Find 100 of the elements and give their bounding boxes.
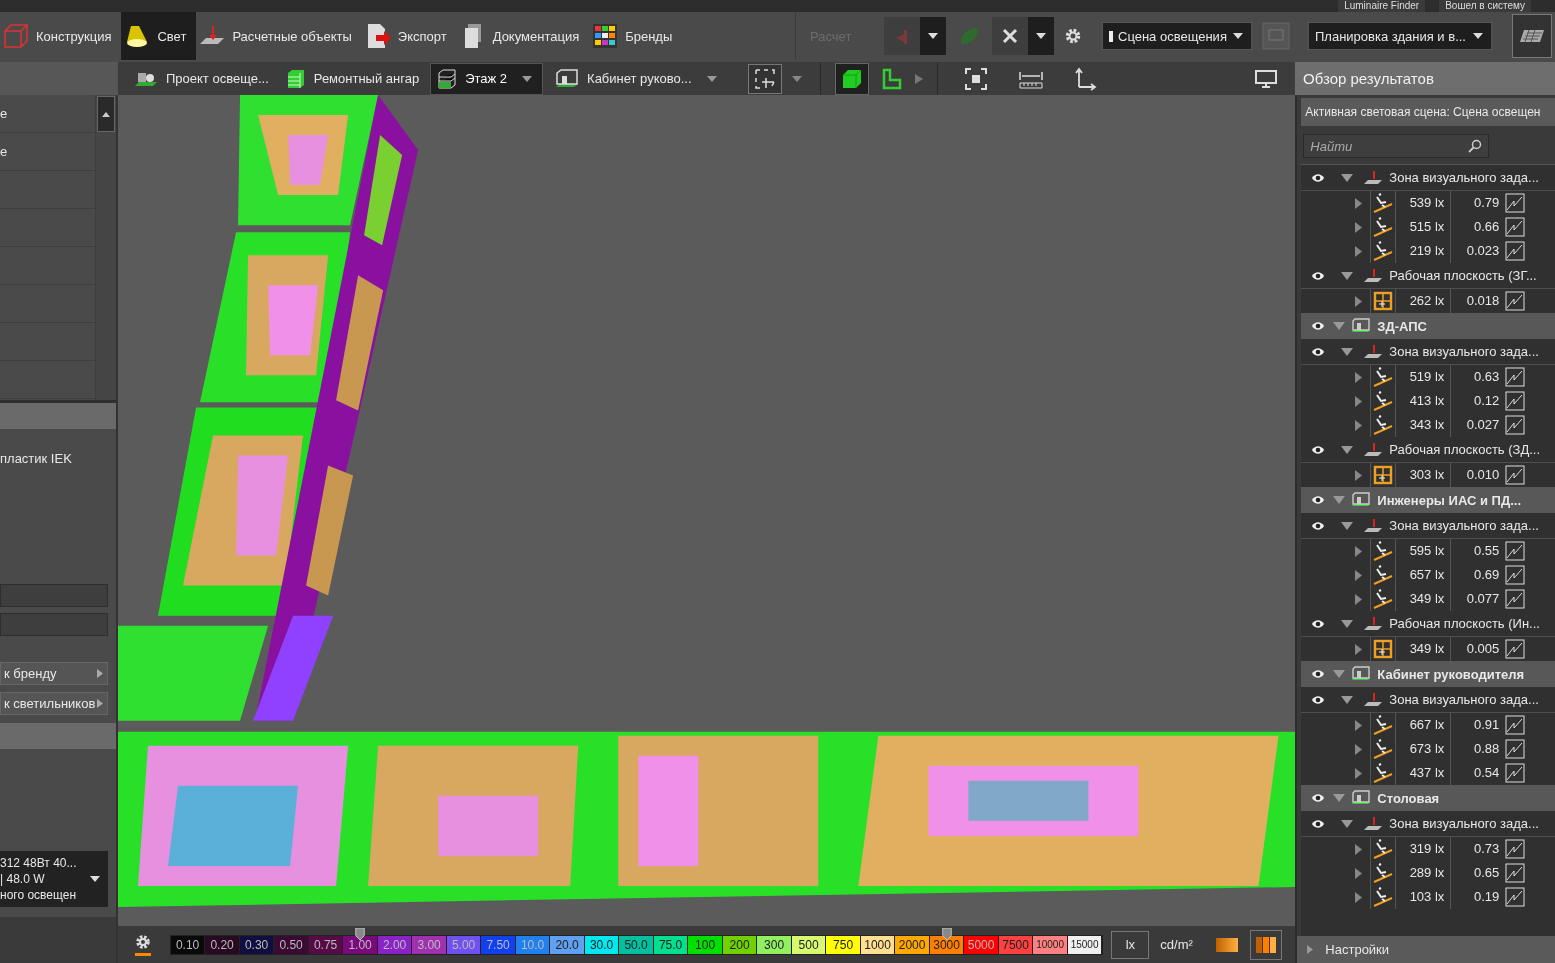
- expand-arrow-icon[interactable]: [1355, 867, 1363, 879]
- tree-item[interactable]: Столовая: [1377, 790, 1440, 806]
- curve-chart-icon[interactable]: [1505, 465, 1526, 485]
- tree-item[interactable]: Зона визуального зада...: [1389, 518, 1539, 533]
- expand-arrow-icon[interactable]: [1355, 843, 1363, 855]
- menu-tab[interactable]: Документация: [456, 12, 590, 60]
- fit-view-icon[interactable]: [963, 66, 988, 91]
- expand-arrow-icon[interactable]: [1355, 743, 1363, 755]
- expand-arrow-icon[interactable]: [1355, 395, 1363, 407]
- list-item[interactable]: е: [0, 95, 95, 133]
- eye-icon[interactable]: [1311, 520, 1326, 531]
- tree-item[interactable]: Зона визуального зада...: [1389, 344, 1539, 359]
- tree-item[interactable]: Зона визуального зада...: [1389, 692, 1539, 707]
- floor-plan-button[interactable]: [1512, 14, 1552, 58]
- eye-icon[interactable]: [1311, 270, 1326, 281]
- expand-arrow-icon[interactable]: [1333, 322, 1346, 330]
- link-button[interactable]: к бренду: [0, 662, 108, 685]
- tree-item[interactable]: Зона визуального зада...: [1389, 816, 1539, 831]
- expand-arrow-icon[interactable]: [1355, 719, 1363, 731]
- tree-item[interactable]: ЗД-АПС: [1377, 318, 1427, 334]
- expand-arrow-icon[interactable]: [1333, 496, 1346, 504]
- curve-chart-icon[interactable]: [1505, 291, 1526, 311]
- monitor-icon[interactable]: [1255, 69, 1277, 88]
- dropdown-button[interactable]: [1028, 17, 1054, 55]
- expand-arrow-icon[interactable]: [1355, 419, 1363, 431]
- curve-chart-icon[interactable]: [1505, 715, 1526, 735]
- expand-arrow-icon[interactable]: [1355, 245, 1363, 257]
- curve-chart-icon[interactable]: [1505, 241, 1526, 261]
- expand-arrow-icon[interactable]: [1341, 445, 1354, 454]
- tree-item[interactable]: Рабочая плоскость (ЗГ...: [1389, 268, 1537, 283]
- view-button[interactable]: [834, 62, 869, 95]
- expand-arrow-icon[interactable]: [1341, 173, 1354, 182]
- expand-arrow-icon[interactable]: [1333, 794, 1346, 802]
- curve-chart-icon[interactable]: [1505, 639, 1526, 659]
- expand-arrow-icon[interactable]: [1341, 521, 1354, 530]
- breadcrumb-item[interactable]: Кабинет руково...: [549, 63, 722, 94]
- tree-item[interactable]: Рабочая плоскость (Ин...: [1389, 616, 1540, 631]
- scroll-up-button[interactable]: [96, 96, 115, 132]
- expand-arrow-icon[interactable]: [1355, 891, 1363, 903]
- selection-tool-button[interactable]: [747, 63, 782, 94]
- expand-arrow-icon[interactable]: [1355, 545, 1363, 557]
- expand-arrow-icon[interactable]: [1355, 371, 1363, 383]
- expand-arrow-icon[interactable]: [1355, 643, 1363, 655]
- eye-icon[interactable]: [1311, 793, 1326, 803]
- expand-arrow-icon[interactable]: [1341, 695, 1354, 704]
- arrow-right-icon[interactable]: [914, 73, 923, 84]
- close-button[interactable]: [992, 17, 1028, 55]
- menu-tab[interactable]: Экспорт: [361, 12, 457, 60]
- search-field[interactable]: Найти: [1303, 134, 1490, 158]
- unit-toggle[interactable]: cd/m²: [1157, 931, 1196, 958]
- list-item[interactable]: е: [0, 133, 95, 171]
- expand-arrow-icon[interactable]: [1355, 593, 1363, 605]
- tree-item[interactable]: Зона визуального зада...: [1389, 170, 1539, 185]
- axis-icon[interactable]: [1073, 66, 1098, 91]
- menu-tab[interactable]: Конструкция: [0, 12, 122, 60]
- slider-handle[interactable]: [355, 927, 366, 940]
- input-field[interactable]: [0, 584, 108, 607]
- dropdown-button[interactable]: [920, 17, 946, 55]
- menu-tab[interactable]: Свет: [121, 12, 197, 60]
- expand-arrow-icon[interactable]: [1341, 619, 1354, 628]
- curve-chart-icon[interactable]: [1505, 193, 1526, 213]
- curve-chart-icon[interactable]: [1505, 887, 1526, 907]
- scrollbar[interactable]: [94, 95, 116, 400]
- curve-chart-icon[interactable]: [1505, 565, 1526, 585]
- eye-icon[interactable]: [1311, 346, 1326, 357]
- eye-icon[interactable]: [1311, 172, 1326, 183]
- eye-icon[interactable]: [1311, 669, 1326, 679]
- expand-arrow-icon[interactable]: [1333, 670, 1346, 678]
- breadcrumb-item[interactable]: Проект освеще...: [128, 63, 274, 94]
- curve-chart-icon[interactable]: [1505, 839, 1526, 859]
- eye-icon[interactable]: [1311, 444, 1326, 455]
- expand-arrow-icon[interactable]: [1341, 271, 1354, 280]
- account-link[interactable]: Вошел в систему: [1439, 0, 1531, 12]
- view-mode-dropdown[interactable]: Планировка здания и в...: [1308, 22, 1492, 50]
- luminaire-dropdown[interactable]: 312 48Вт 40... | 48.0 W ного освещен: [0, 851, 108, 907]
- lighting-scene-dropdown[interactable]: Сцена освещения: [1102, 22, 1252, 50]
- expand-arrow-icon[interactable]: [1355, 767, 1363, 779]
- curve-chart-icon[interactable]: [1505, 541, 1526, 561]
- expand-arrow-icon[interactable]: [1355, 197, 1363, 209]
- eye-icon[interactable]: [1311, 495, 1326, 505]
- account-link[interactable]: Luminaire Finder: [1338, 0, 1426, 12]
- expand-arrow-icon[interactable]: [1341, 819, 1354, 828]
- curve-chart-icon[interactable]: [1505, 217, 1526, 237]
- slider-handle[interactable]: [941, 927, 952, 940]
- menu-tab[interactable]: Бренды: [589, 12, 683, 60]
- settings-section-header[interactable]: Настройки: [1297, 936, 1555, 963]
- curve-chart-icon[interactable]: [1505, 589, 1526, 609]
- input-field[interactable]: [0, 613, 108, 636]
- curve-chart-icon[interactable]: [1505, 367, 1526, 387]
- link-button[interactable]: к светильников: [0, 692, 108, 715]
- expand-arrow-icon[interactable]: [1355, 469, 1363, 481]
- unit-toggle[interactable]: lx: [1111, 930, 1150, 959]
- curve-chart-icon[interactable]: [1505, 763, 1526, 783]
- tree-item[interactable]: Рабочая плоскость (ЗД...: [1389, 442, 1541, 457]
- menu-tab[interactable]: Расчетные объекты: [196, 12, 362, 60]
- eye-icon[interactable]: [1311, 321, 1326, 331]
- breadcrumb-item[interactable]: Ремонтный ангар: [279, 63, 425, 94]
- expand-arrow-icon[interactable]: [1355, 221, 1363, 233]
- curve-chart-icon[interactable]: [1505, 863, 1526, 883]
- curve-chart-icon[interactable]: [1505, 391, 1526, 411]
